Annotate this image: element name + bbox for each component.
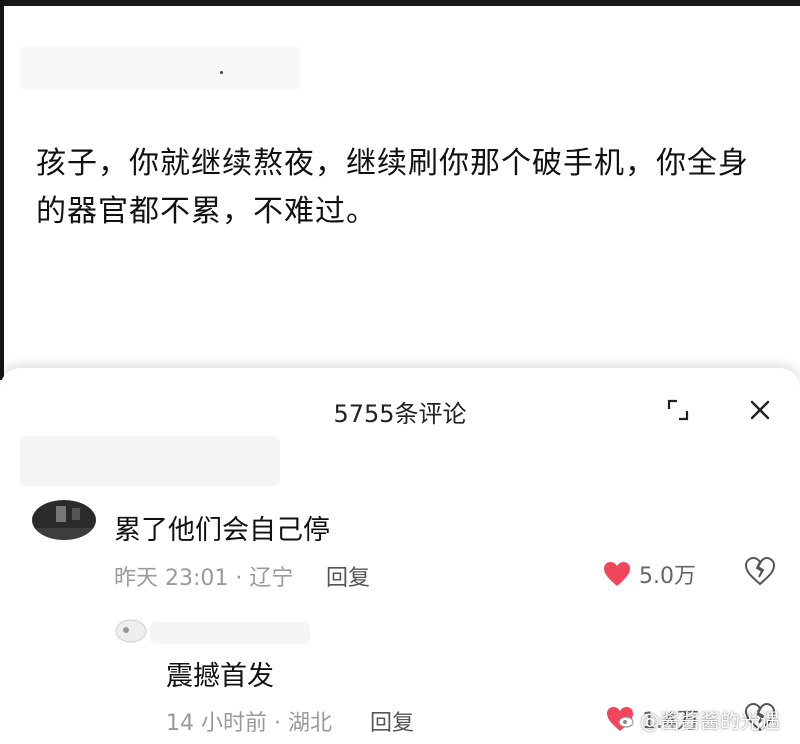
post-author-redacted [20, 46, 300, 90]
left-edge-border [0, 0, 4, 380]
reply-button[interactable]: 回复 [326, 560, 370, 592]
post-body-text: 孩子，你就继续熬夜，继续刷你那个破手机，你全身的器官都不累，不难过。 [36, 146, 749, 229]
like-button[interactable]: 5.0万 [603, 558, 696, 590]
reply-button[interactable]: 回复 [370, 705, 414, 737]
watermark-text: @酱酱酱的光遇 [640, 709, 780, 733]
avatar[interactable] [32, 500, 96, 540]
weibo-icon [618, 716, 634, 727]
weibo-watermark: @酱酱酱的光遇 [618, 705, 780, 734]
comment-text: 震撼首发 [166, 661, 274, 692]
expand-icon[interactable] [658, 390, 698, 430]
like-count: 5.0万 [639, 564, 696, 589]
heart-icon [604, 562, 630, 586]
commenter-name-redacted [20, 436, 280, 486]
broken-heart-icon[interactable] [744, 556, 776, 588]
commenter-name-redacted [150, 622, 310, 644]
comment-text: 累了他们会自己停 [114, 515, 330, 546]
comment-meta: 昨天 23:01 · 辽宁 [114, 566, 294, 591]
comment-meta: 14 小时前 · 湖北 [166, 711, 332, 736]
top-status-bar [0, 0, 800, 6]
close-icon[interactable] [740, 390, 780, 430]
separator-dot [220, 71, 223, 74]
avatar[interactable] [115, 618, 147, 644]
